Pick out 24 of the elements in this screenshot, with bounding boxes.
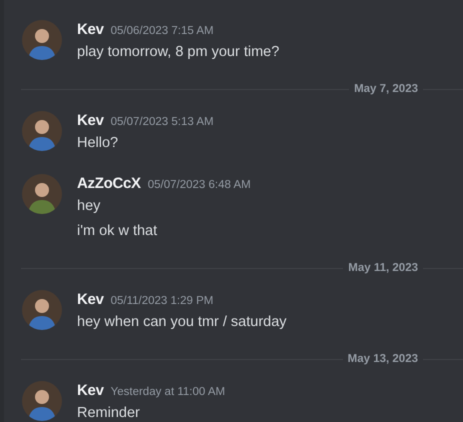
- timestamp: 05/07/2023 5:13 AM: [110, 116, 214, 128]
- avatar[interactable]: [22, 381, 62, 421]
- message-text: i'm ok w that: [77, 222, 158, 241]
- avatar[interactable]: [22, 111, 62, 151]
- message-text: hey when can you tmr / saturday: [77, 313, 287, 332]
- username[interactable]: Kev: [77, 382, 104, 399]
- message-text: Hello?: [77, 134, 120, 153]
- timestamp: 05/07/2023 6:48 AM: [148, 179, 251, 191]
- avatar[interactable]: [22, 290, 62, 330]
- username[interactable]: Kev: [77, 291, 104, 308]
- date-divider-label: May 11, 2023: [347, 262, 419, 274]
- date-divider-label: May 13, 2023: [346, 353, 419, 365]
- timestamp: 05/11/2023 1:29 PM: [110, 295, 214, 307]
- message-text: play tomorrow, 8 pm your time?: [77, 43, 280, 62]
- username[interactable]: Kev: [77, 112, 104, 129]
- username[interactable]: Kev: [77, 21, 104, 38]
- message-text: Reminder: [77, 404, 141, 422]
- timestamp: Yesterday at 11:00 AM: [110, 386, 226, 398]
- username[interactable]: AzZoCcX: [77, 175, 141, 192]
- timestamp: 05/06/2023 7:15 AM: [110, 25, 214, 37]
- date-divider-label: May 7, 2023: [353, 83, 419, 95]
- message-text: hey: [77, 197, 102, 216]
- avatar[interactable]: [22, 20, 62, 60]
- avatar[interactable]: [22, 174, 62, 214]
